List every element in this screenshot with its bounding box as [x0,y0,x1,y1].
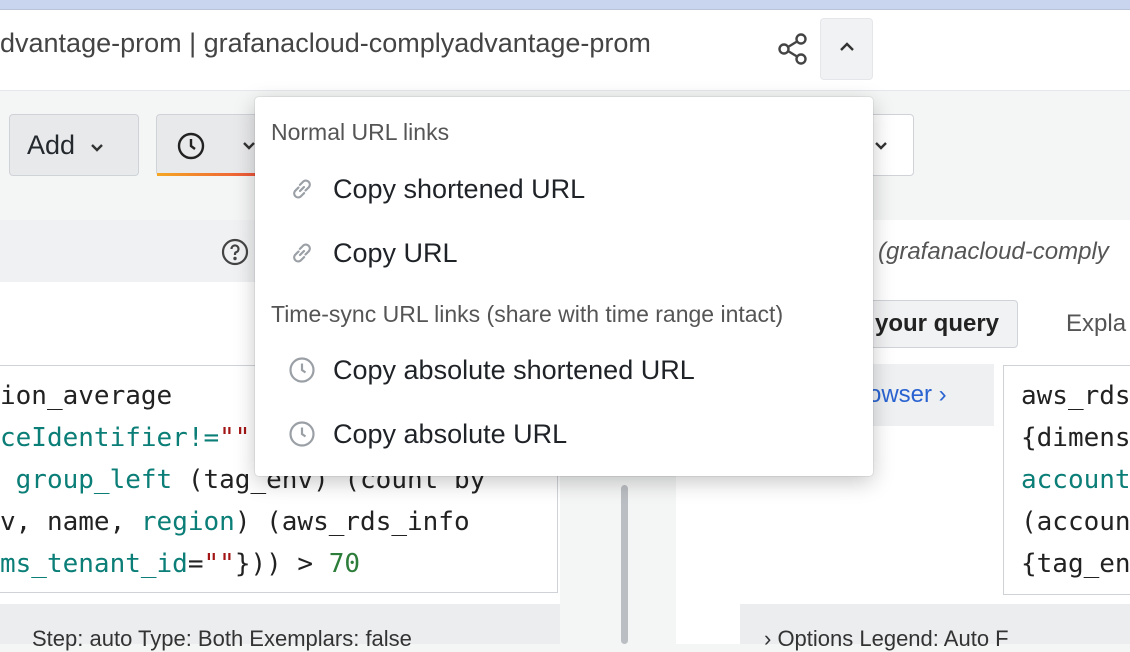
right-query-editor[interactable]: aws_rds {dimens account (accoun {tag_en [1003,365,1130,595]
clock-icon [287,419,317,449]
chevron-down-icon [873,139,889,157]
menu-item-copy-absolute-shortened-url[interactable]: Copy absolute shortened URL [255,341,873,399]
menu-item-copy-shortened-url[interactable]: Copy shortened URL [255,160,873,218]
query-options-text: Step: auto Type: Both Exemplars: false [32,626,412,651]
time-picker-underline [157,173,265,176]
query-options-bar[interactable]: Step: auto Type: Both Exemplars: false [0,604,560,651]
code-line: aws_rds [1021,381,1130,411]
help-icon[interactable] [221,238,249,266]
page-title: dvantage-prom | grafanacloud-complyadvan… [0,28,651,58]
menu-item-copy-url[interactable]: Copy URL [255,224,873,282]
window-top-strip [0,0,1130,10]
menu-item-label: Copy absolute URL [333,418,568,449]
time-picker-button[interactable] [156,114,266,176]
menu-section-header: Normal URL links [271,119,450,145]
clock-icon [287,355,317,385]
menu-section-header: Time-sync URL links (share with time ran… [271,301,784,327]
clock-icon [176,131,206,166]
link-icon [287,238,317,268]
chevron-up-icon [838,40,856,58]
menu-item-label: Copy absolute shortened URL [333,354,695,385]
code-line: ms_tenant_id=""})) > 70 [0,549,361,579]
menu-item-label: Copy URL [333,237,458,268]
right-options-bar[interactable]: › Options Legend: Auto F [740,604,1130,651]
code-line: v, name, region) (aws_rds_info [0,507,470,537]
code-line: (accoun [1021,507,1130,537]
explain-toggle[interactable]: Expla [1066,310,1126,338]
code-line: {dimens [1021,423,1130,453]
menu-item-label: Copy shortened URL [333,173,586,204]
code-line: {tag_en [1021,549,1130,579]
share-menu: Normal URL links Copy shortened URL Copy… [255,97,873,476]
link-icon [287,174,317,204]
menu-item-copy-absolute-url[interactable]: Copy absolute URL [255,405,873,463]
code-line: account [1021,465,1130,495]
add-label: Add [27,129,76,160]
right-panel-title: (grafanacloud-comply [878,238,1109,265]
collapse-button[interactable] [820,18,873,80]
add-button[interactable]: Add [9,114,139,176]
scrollbar[interactable] [621,485,628,644]
your-query-button[interactable]: your query [862,300,1018,348]
chevron-down-icon [89,130,105,161]
share-icon[interactable] [776,32,810,66]
right-options-text: › Options Legend: Auto F [764,626,1009,651]
